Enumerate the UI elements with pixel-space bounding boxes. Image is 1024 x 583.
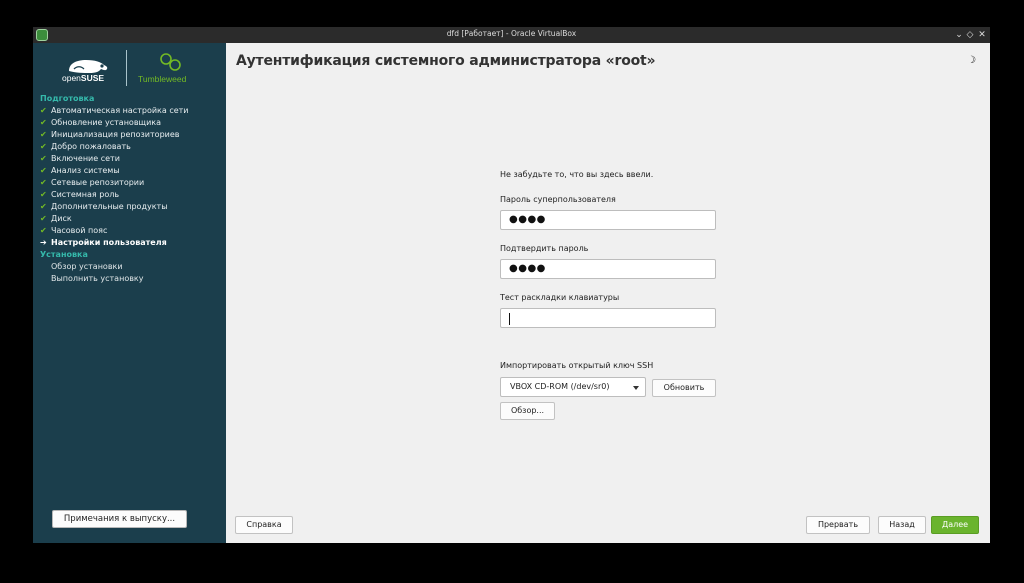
step-item: ✔ Включение сети: [40, 154, 120, 163]
window-titlebar[interactable]: dfd [Работает] - Oracle VirtualBox ⌄ ◇ ✕: [33, 27, 990, 43]
abort-button[interactable]: Прервать: [806, 516, 870, 534]
confirm-password-field[interactable]: ●●●●: [500, 259, 716, 279]
text-caret: [509, 313, 510, 325]
hint-text: Не забудьте то, что вы здесь ввели.: [500, 170, 654, 179]
check-icon: ✔: [40, 166, 47, 175]
confirm-password-label: Подтвердить пароль: [500, 244, 589, 253]
step-item: Выполнить установку: [51, 274, 144, 283]
arrow-right-icon: ➔: [40, 238, 47, 247]
release-notes-button[interactable]: Примечания к выпуску...: [52, 510, 187, 528]
page-title: Аутентификация системного администратора…: [236, 53, 656, 69]
check-icon: ✔: [40, 190, 47, 199]
logo-separator: [126, 50, 127, 86]
check-icon: ✔: [40, 118, 47, 127]
step-item: ✔ Добро пожаловать: [40, 142, 131, 151]
step-item: ✔ Часовой пояс: [40, 226, 108, 235]
tumbleweed-icon: [160, 53, 181, 71]
dropdown-arrow-icon: [633, 386, 639, 390]
check-icon: ✔: [40, 226, 47, 235]
step-item: ✔ Автоматическая настройка сети: [40, 106, 189, 115]
moon-icon[interactable]: ☽: [967, 55, 977, 66]
check-icon: ✔: [40, 142, 47, 151]
check-icon: ✔: [40, 214, 47, 223]
section-title-installation: Установка: [40, 250, 88, 259]
opensuse-wordmark: openSUSE: [62, 73, 105, 83]
installer-steps: Подготовка ✔ Автоматическая настройка сет…: [40, 93, 226, 285]
check-icon: ✔: [40, 130, 47, 139]
section-title-preparation: Подготовка: [40, 94, 95, 103]
check-icon: ✔: [40, 106, 47, 115]
next-button[interactable]: Далее: [931, 516, 979, 534]
ssh-device-value: VBOX CD-ROM (/dev/sr0): [510, 382, 610, 391]
window-title: dfd [Работает] - Oracle VirtualBox: [446, 29, 577, 38]
step-item: ✔ Дополнительные продукты: [40, 202, 168, 211]
step-item: ✔ Системная роль: [40, 190, 120, 199]
maximize-icon[interactable]: ◇: [964, 28, 976, 42]
help-button[interactable]: Справка: [235, 516, 293, 534]
step-item: ✔ Инициализация репозиториев: [40, 130, 180, 139]
step-item: ✔ Диск: [40, 214, 72, 223]
step-item: ✔ Анализ системы: [40, 166, 120, 175]
keyboard-test-field[interactable]: [500, 308, 716, 328]
logo-area: openSUSE Tumbleweed: [33, 43, 226, 93]
step-item: ✔ Сетевые репозитории: [40, 178, 145, 187]
browse-button[interactable]: Обзор...: [500, 402, 555, 420]
close-icon[interactable]: ✕: [976, 28, 988, 42]
check-icon: ✔: [40, 178, 47, 187]
main-content: Аутентификация системного администратора…: [226, 43, 990, 543]
ssh-key-label: Импортировать открытый ключ SSH: [500, 361, 654, 370]
password-value: ●●●●: [509, 214, 546, 225]
check-icon: ✔: [40, 202, 47, 211]
step-item: ✔ Обновление установщика: [40, 118, 162, 127]
virtualbox-window: dfd [Работает] - Oracle VirtualBox ⌄ ◇ ✕…: [33, 27, 990, 543]
password-field[interactable]: ●●●●: [500, 210, 716, 230]
back-button[interactable]: Назад: [878, 516, 926, 534]
refresh-button[interactable]: Обновить: [652, 379, 716, 397]
step-item: Обзор установки: [51, 262, 123, 271]
ssh-device-select[interactable]: VBOX CD-ROM (/dev/sr0): [500, 377, 646, 397]
confirm-password-value: ●●●●: [509, 263, 546, 274]
password-label: Пароль суперпользователя: [500, 195, 616, 204]
step-item-current: ➔ Настройки пользователя: [40, 238, 167, 247]
keyboard-test-label: Тест раскладки клавиатуры: [500, 293, 620, 302]
check-icon: ✔: [40, 154, 47, 163]
tumbleweed-wordmark: Tumbleweed: [138, 74, 187, 84]
installer-sidebar: openSUSE Tumbleweed Подготовка ✔ Автомати…: [33, 43, 226, 543]
